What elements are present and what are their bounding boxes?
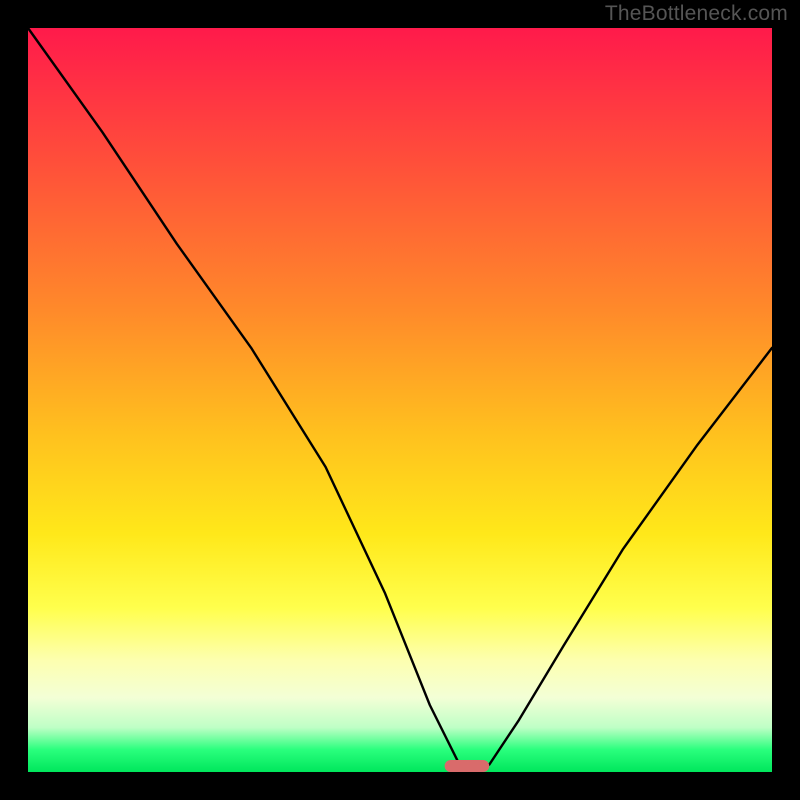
chart-overlay: [28, 28, 772, 772]
attribution-label: TheBottleneck.com: [605, 2, 788, 26]
bottleneck-curve: [28, 28, 772, 772]
optimal-marker: [445, 760, 490, 772]
chart-frame: TheBottleneck.com: [0, 0, 800, 800]
plot-area: [28, 28, 772, 772]
